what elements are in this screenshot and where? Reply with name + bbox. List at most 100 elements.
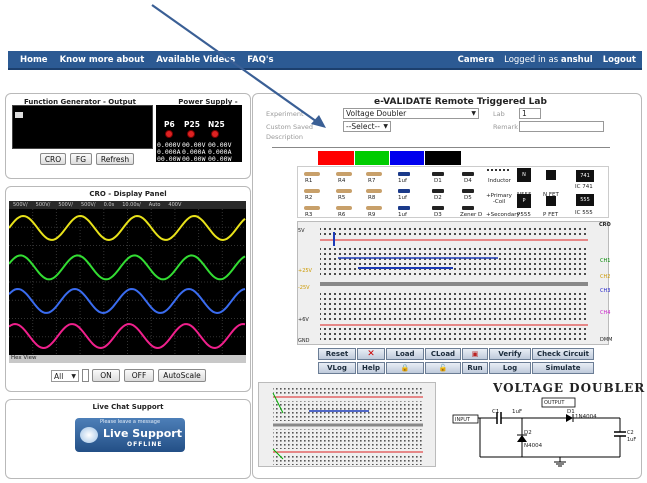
cro-footer: Hex View: [9, 355, 246, 363]
rail-ch1: CH1: [600, 258, 611, 264]
refresh-button[interactable]: Refresh: [96, 153, 134, 165]
rail-dmm: DMM: [600, 337, 613, 343]
resistor-r1[interactable]: [304, 172, 320, 176]
resistor-r7[interactable]: [366, 172, 382, 176]
chip-pfet[interactable]: [546, 196, 556, 206]
diode-d5[interactable]: [462, 189, 474, 193]
rail-minus25: -25V: [298, 285, 310, 291]
nav-logout[interactable]: Logout: [603, 55, 636, 65]
live-support-badge[interactable]: Please leave a message Live Support OFFL…: [75, 418, 185, 452]
description-label: Description: [266, 133, 304, 141]
nav-home[interactable]: Home: [14, 55, 54, 65]
chip-n555[interactable]: N: [517, 168, 531, 182]
simulate-button[interactable]: Simulate: [532, 362, 594, 374]
cro-trigger-level: 400V: [168, 202, 182, 208]
breadboard-grid: [320, 226, 588, 342]
ps-knob-p6[interactable]: [165, 130, 173, 138]
lock-icon[interactable]: 🔒: [386, 362, 424, 374]
cload-button[interactable]: CLoad: [425, 348, 461, 360]
chip-p555[interactable]: P: [517, 194, 531, 208]
run-button[interactable]: Run: [462, 362, 488, 374]
resistor-r9[interactable]: [366, 206, 382, 210]
live-support-brand: Live Support: [103, 427, 182, 440]
label-r8: R8: [368, 195, 376, 201]
verify-button[interactable]: Verify: [489, 348, 531, 360]
label-d5: D5: [464, 195, 472, 201]
load-button[interactable]: Load: [386, 348, 424, 360]
check-circuit-button[interactable]: Check Circuit: [532, 348, 594, 360]
resistor-r6[interactable]: [336, 206, 352, 210]
nav-videos[interactable]: Available Videos: [150, 55, 241, 65]
chip-ic555[interactable]: 555: [576, 194, 594, 206]
label-ic555: IC 555: [575, 210, 593, 216]
resistor-r5[interactable]: [336, 189, 352, 193]
channel-select[interactable]: All ▼: [51, 370, 79, 382]
lab-input[interactable]: 1: [519, 108, 541, 119]
label-r3: R3: [305, 212, 313, 218]
ps-knob-p25[interactable]: [187, 130, 195, 138]
logged-in-text: Logged in as anshul: [504, 55, 593, 65]
label-r6: R6: [338, 212, 346, 218]
diode-d2[interactable]: [432, 189, 444, 193]
experiment-select[interactable]: Voltage Doubler ▼: [343, 108, 479, 119]
wire-color-blue[interactable]: [390, 151, 424, 165]
reset-button[interactable]: Reset: [318, 348, 356, 360]
ps-label-p6: P6: [164, 120, 175, 129]
save-icon[interactable]: ▣: [462, 348, 488, 360]
top-nav: Home Know more about Available Videos FA…: [8, 51, 642, 70]
zener-diode[interactable]: [462, 206, 474, 210]
fg-button[interactable]: FG: [70, 153, 92, 165]
rail-ch2: CH2: [600, 274, 611, 280]
diode-d3[interactable]: [432, 206, 444, 210]
remark-input[interactable]: [519, 121, 604, 132]
breadboard[interactable]: [297, 221, 609, 345]
chip-nfet[interactable]: [546, 170, 556, 180]
logged-prefix: Logged in as: [504, 54, 559, 65]
nav-know-more[interactable]: Know more about: [54, 55, 151, 65]
channel-select-value: All: [54, 371, 64, 381]
resistor-r8[interactable]: [366, 189, 382, 193]
ps-knob-n25[interactable]: [211, 130, 219, 138]
help-button[interactable]: Help: [357, 362, 385, 374]
chat-title: Live Chat Support: [92, 403, 164, 411]
chip-ic741[interactable]: 741: [576, 170, 594, 182]
log-button[interactable]: Log: [489, 362, 531, 374]
rail-plus6: +6V: [298, 317, 309, 323]
custom-saved-select[interactable]: --Select-- ▼: [343, 121, 391, 132]
wire-color-black[interactable]: [425, 151, 461, 165]
resistor-r2[interactable]: [304, 189, 320, 193]
wire-color-red[interactable]: [318, 151, 354, 165]
nav-faq[interactable]: FAQ's: [241, 55, 279, 65]
vlog-button[interactable]: VLog: [318, 362, 356, 374]
chevron-down-icon: ▼: [471, 110, 476, 117]
rail-5v: 5V: [298, 228, 305, 234]
capacitor-2[interactable]: [398, 189, 410, 193]
cro-on-button[interactable]: ON: [92, 369, 120, 382]
custom-saved-label: Custom Saved: [266, 123, 314, 131]
wire-color-green[interactable]: [355, 151, 389, 165]
diode-d1[interactable]: [432, 172, 444, 176]
rail-plus25: +25V: [298, 268, 312, 274]
capacitor-1[interactable]: [398, 172, 410, 176]
delete-button[interactable]: ✕: [357, 348, 385, 360]
label-cap-1: 1uf: [398, 178, 407, 184]
rail-ch4: CH4: [600, 310, 611, 316]
ps-label-p25: P25: [184, 120, 200, 129]
capacitor-3[interactable]: [398, 206, 410, 210]
mini-breadboard: [258, 382, 436, 467]
cro-off-button[interactable]: OFF: [124, 369, 154, 382]
diagram-title: VOLTAGE DOUBLER: [493, 381, 646, 395]
resistor-r3[interactable]: [304, 206, 320, 210]
custom-saved-value: --Select--: [346, 122, 380, 131]
nav-camera[interactable]: Camera: [458, 55, 495, 65]
label-zener: Zener D: [460, 212, 483, 218]
unlock-icon[interactable]: 🔓: [425, 362, 461, 374]
label-inductor: Inductor: [488, 178, 511, 184]
autoscale-button[interactable]: AutoScale: [158, 369, 206, 382]
cro-button[interactable]: CRO: [40, 153, 66, 165]
inductor-coil[interactable]: [487, 169, 509, 177]
resistor-r4[interactable]: [336, 172, 352, 176]
circuit-d1-label: D1: [567, 409, 575, 415]
cro-toggle-box[interactable]: [82, 369, 89, 382]
diode-d4[interactable]: [462, 172, 474, 176]
